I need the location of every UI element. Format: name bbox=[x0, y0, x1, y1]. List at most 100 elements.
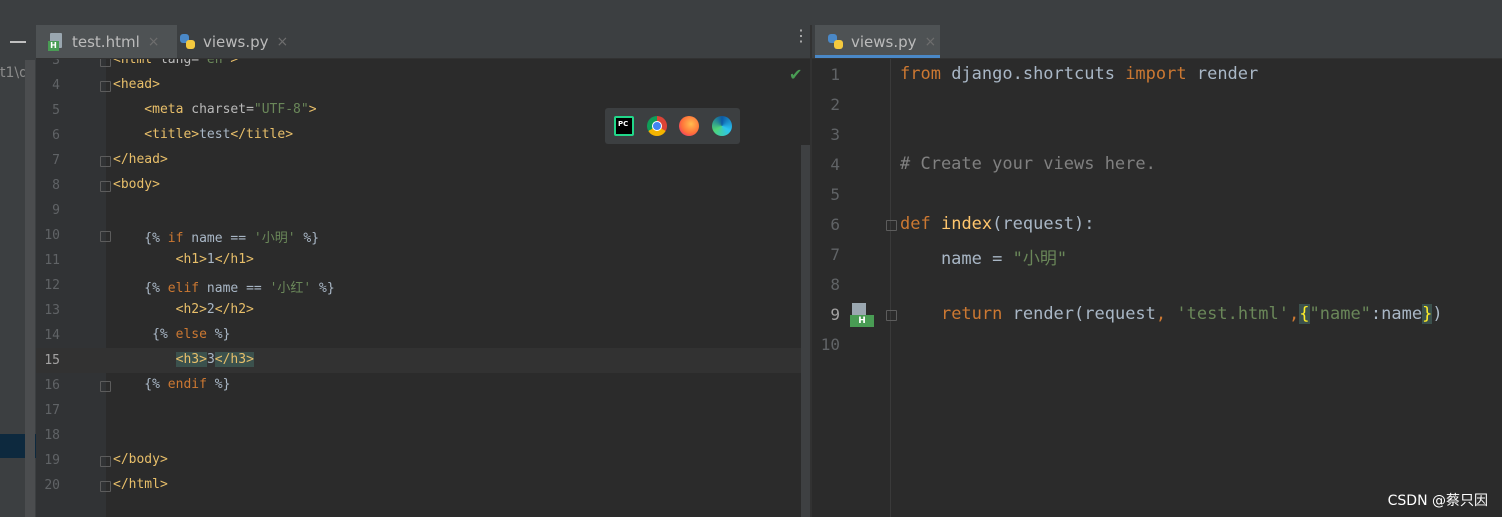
editor-scrollbar[interactable] bbox=[801, 145, 810, 517]
code-token: if bbox=[167, 231, 184, 246]
code-line[interactable]: 10 {% if name == '小明' %} bbox=[36, 223, 801, 248]
code-token: <meta bbox=[113, 102, 192, 117]
code-line[interactable]: 9 bbox=[36, 198, 801, 223]
fold-marker-icon[interactable] bbox=[100, 381, 111, 392]
minimize-icon[interactable] bbox=[10, 41, 26, 43]
code-token: <h1> bbox=[113, 252, 207, 267]
code-line[interactable]: 3 <html lang="en"> bbox=[36, 59, 801, 73]
fold-marker-icon[interactable] bbox=[100, 81, 111, 92]
code-line[interactable]: 5 bbox=[812, 182, 1502, 212]
line-number: 4 bbox=[830, 155, 840, 174]
tab-label: views.py bbox=[203, 32, 269, 51]
code-text: <html lang="en"> bbox=[113, 59, 238, 67]
code-line[interactable]: 14 {% else %} bbox=[36, 323, 801, 348]
code-token: name == bbox=[183, 231, 254, 246]
fold-marker-icon[interactable] bbox=[100, 156, 111, 167]
title-bar bbox=[0, 0, 1502, 26]
code-token: </h3> bbox=[214, 352, 254, 367]
code-line[interactable]: 17 bbox=[36, 398, 801, 423]
line-number: 9 bbox=[830, 305, 840, 324]
line-number: 10 bbox=[44, 228, 60, 243]
code-line[interactable]: 4 <head> bbox=[36, 73, 801, 98]
code-token: import bbox=[1125, 64, 1187, 84]
code-line[interactable]: 18 bbox=[36, 423, 801, 448]
code-text: def index(request): bbox=[900, 214, 1095, 234]
code-line[interactable]: 8 bbox=[812, 272, 1502, 302]
edge-icon[interactable] bbox=[712, 116, 732, 136]
line-number: 10 bbox=[820, 335, 840, 354]
code-line[interactable]: 1 from django.shortcuts import render bbox=[812, 62, 1502, 92]
code-token: '小红' bbox=[269, 281, 312, 296]
line-number: 16 bbox=[44, 378, 60, 393]
chrome-icon[interactable] bbox=[647, 116, 667, 136]
code-line[interactable]: 13 <h2>2</h2> bbox=[36, 298, 801, 323]
code-text: </html> bbox=[113, 477, 168, 492]
fold-marker-icon[interactable] bbox=[100, 456, 111, 467]
code-token: </title> bbox=[230, 127, 294, 142]
html-file-icon[interactable] bbox=[850, 303, 874, 327]
line-number: 8 bbox=[52, 178, 60, 193]
code-token: "name" bbox=[1309, 304, 1371, 324]
line-number: 15 bbox=[44, 353, 60, 368]
right-tab-bar: views.py × bbox=[812, 25, 1502, 59]
code-line[interactable]: 19 </body> bbox=[36, 448, 801, 473]
fold-marker-icon[interactable] bbox=[886, 310, 897, 321]
close-icon[interactable]: × bbox=[277, 34, 289, 50]
code-token: render bbox=[1186, 64, 1259, 84]
code-line[interactable]: 7 </head> bbox=[36, 148, 801, 173]
pycharm-icon[interactable]: PC bbox=[614, 116, 634, 136]
code-line[interactable]: 16 {% endif %} bbox=[36, 373, 801, 398]
code-text: from django.shortcuts import render bbox=[900, 64, 1258, 84]
code-text: {% if name == '小明' %} bbox=[113, 227, 319, 246]
more-options-icon[interactable]: ⋮ bbox=[793, 28, 809, 44]
code-line[interactable]: 4 # Create your views here. bbox=[812, 152, 1502, 182]
firefox-icon[interactable] bbox=[679, 116, 699, 136]
fold-marker-icon[interactable] bbox=[100, 181, 111, 192]
code-line[interactable]: 9 return render(request, 'test.html',{"n… bbox=[812, 302, 1502, 332]
line-number: 5 bbox=[830, 185, 840, 204]
line-number: 14 bbox=[44, 328, 60, 343]
project-panel-strip: t1\d bbox=[0, 25, 36, 517]
fold-marker-icon[interactable] bbox=[886, 220, 897, 231]
inspection-ok-icon[interactable]: ✔ bbox=[789, 65, 802, 84]
code-text: return render(request, 'test.html',{"nam… bbox=[900, 304, 1443, 324]
code-token: "UTF-8" bbox=[253, 102, 309, 117]
project-scrollbar[interactable] bbox=[25, 60, 35, 517]
close-icon[interactable]: × bbox=[148, 34, 160, 50]
code-line[interactable]: 7 name = "小明" bbox=[812, 242, 1502, 272]
code-line[interactable]: 6 def index(request): bbox=[812, 212, 1502, 242]
code-token: 'test.html' bbox=[1176, 304, 1289, 324]
code-token: # Create your views here. bbox=[900, 154, 1156, 174]
code-token: :name bbox=[1370, 304, 1423, 324]
code-token: </html> bbox=[113, 477, 168, 492]
code-text: <body> bbox=[113, 177, 160, 192]
tab-views-py[interactable]: views.py × bbox=[177, 25, 299, 58]
code-text: {% endif %} bbox=[113, 377, 230, 392]
line-number: 1 bbox=[830, 65, 840, 84]
code-text: </head> bbox=[113, 152, 168, 167]
fold-marker-icon[interactable] bbox=[100, 481, 111, 492]
code-line[interactable]: 11 <h1>1</h1> bbox=[36, 248, 801, 273]
fold-marker-icon[interactable] bbox=[100, 231, 111, 242]
code-line[interactable]: 15 <h3>3</h3> bbox=[36, 348, 801, 373]
close-icon[interactable]: × bbox=[925, 34, 937, 50]
line-number: 3 bbox=[830, 125, 840, 144]
line-number: 20 bbox=[44, 478, 60, 493]
tab-views-py-right[interactable]: views.py × bbox=[815, 25, 940, 58]
code-line[interactable]: 2 bbox=[812, 92, 1502, 122]
code-line[interactable]: 3 bbox=[812, 122, 1502, 152]
code-line[interactable]: 12 {% elif name == '小红' %} bbox=[36, 273, 801, 298]
fold-marker-icon[interactable] bbox=[100, 59, 111, 67]
right-editor[interactable]: 1 from django.shortcuts import render 2 3 4 #… bbox=[812, 59, 1502, 517]
code-text: {% elif name == '小红' %} bbox=[113, 277, 334, 296]
code-line[interactable]: 20 </html> bbox=[36, 473, 801, 498]
code-line[interactable]: 10 bbox=[812, 332, 1502, 362]
code-token: , bbox=[1289, 304, 1300, 324]
code-text: name = "小明" bbox=[900, 244, 1067, 269]
code-token: 2 bbox=[206, 302, 215, 317]
code-token: '小明' bbox=[253, 231, 296, 246]
tab-test-html[interactable]: test.html × bbox=[36, 25, 177, 58]
line-number: 6 bbox=[830, 215, 840, 234]
code-line[interactable]: 8 <body> bbox=[36, 173, 801, 198]
